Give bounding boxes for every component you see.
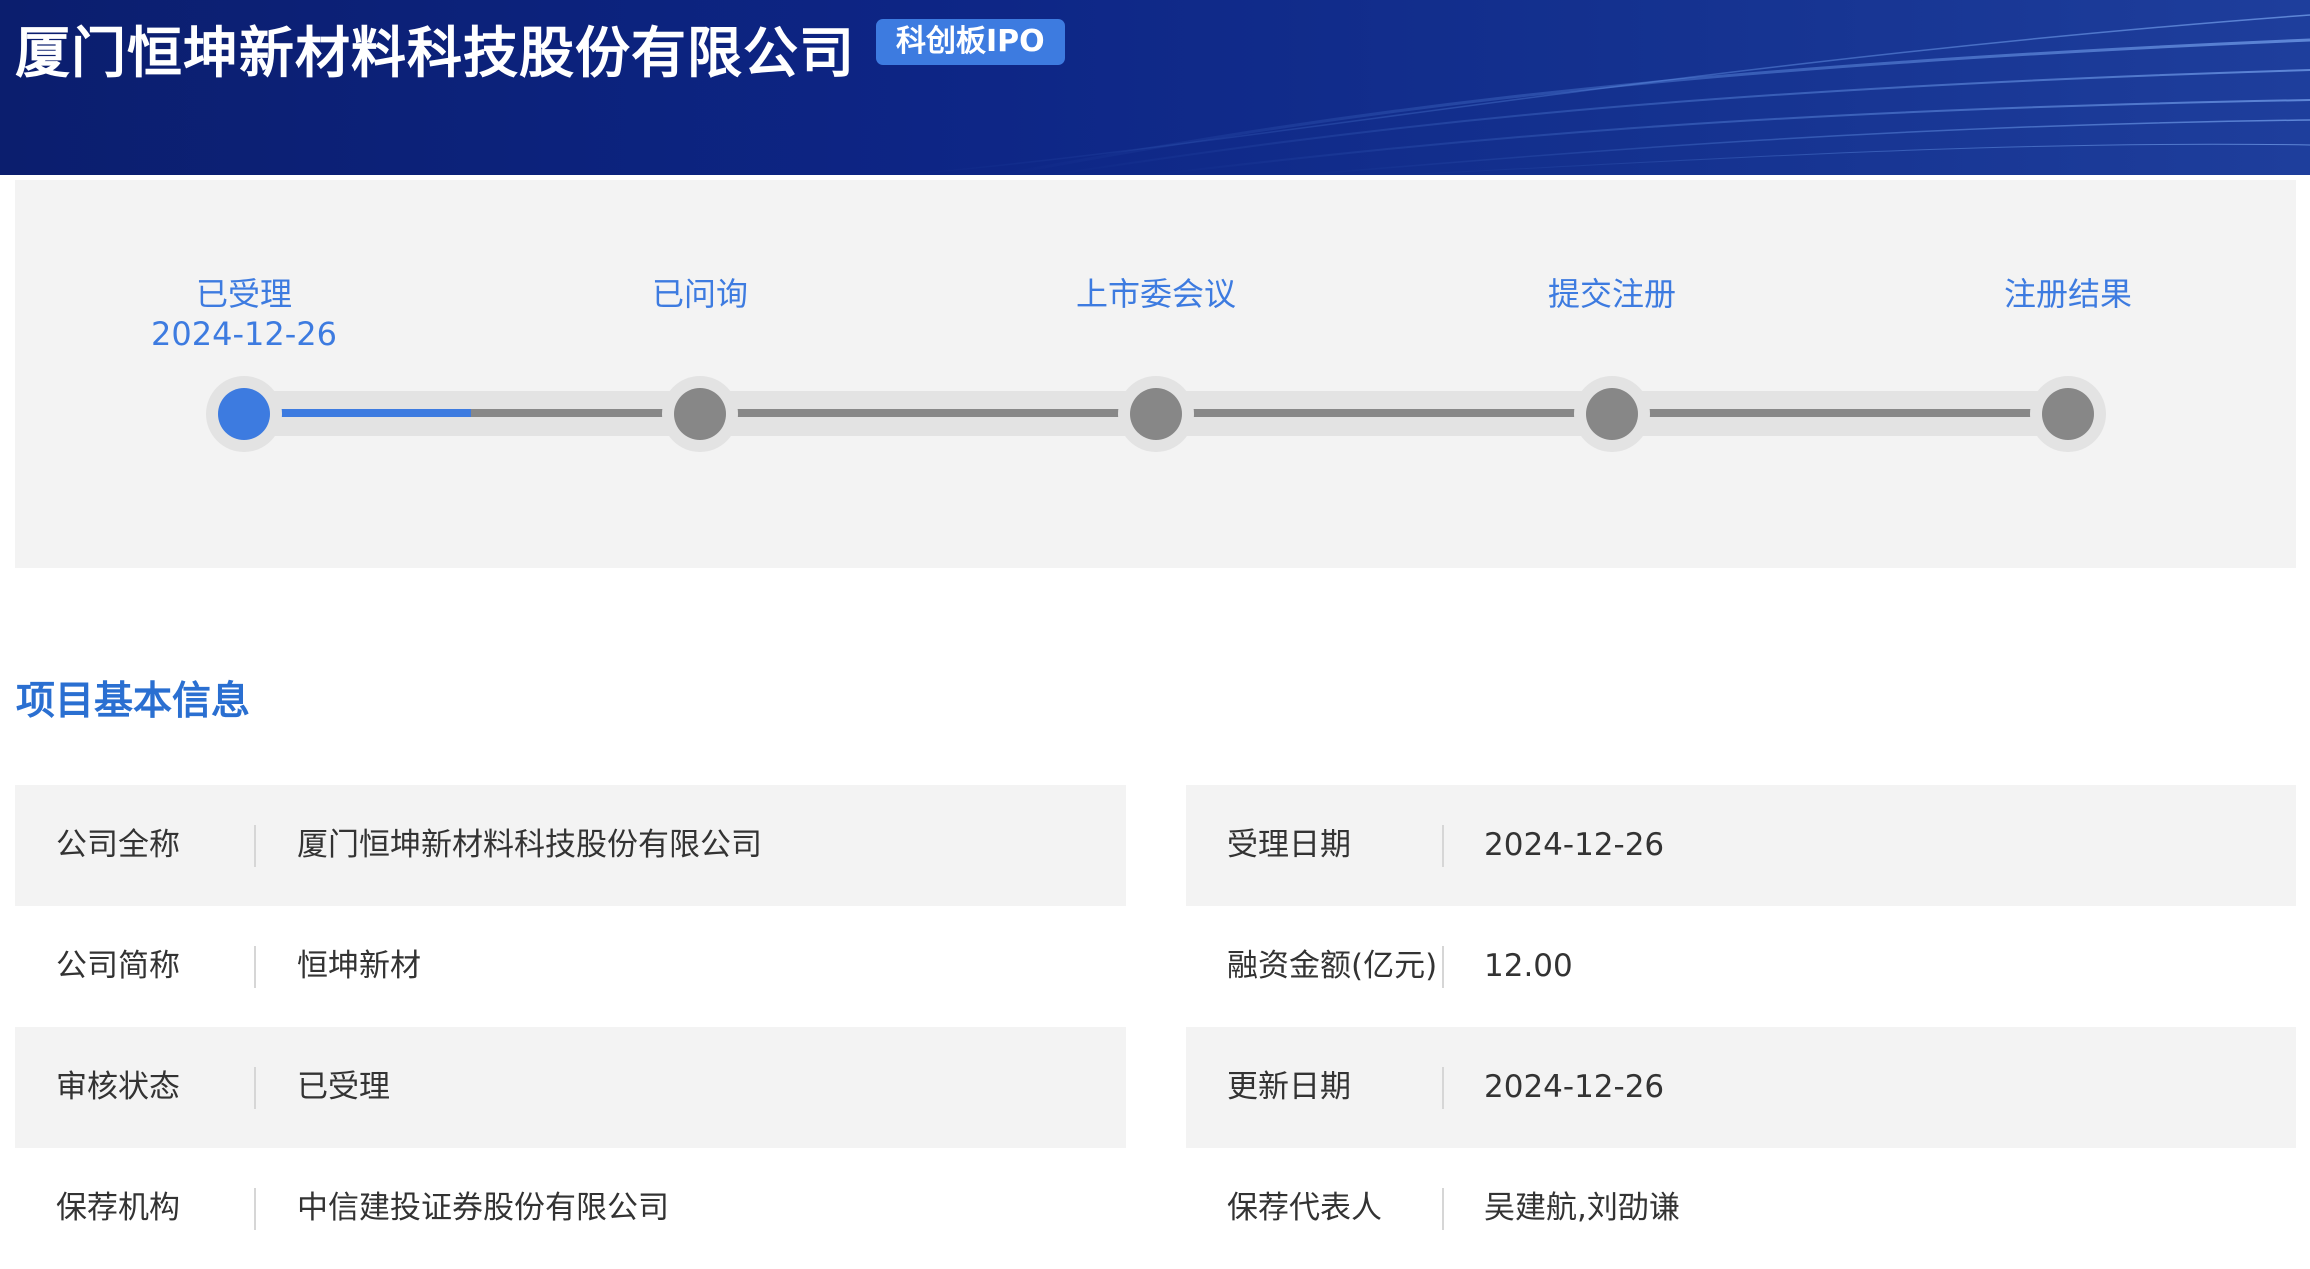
info-label: 受理日期 [1227, 827, 1351, 863]
info-label: 保荐代表人 [1227, 1190, 1382, 1226]
info-row-full-name: 公司全称 厦门恒坤新材料科技股份有限公司 [15, 785, 1126, 906]
info-value: 12.00 [1484, 948, 1573, 984]
info-label: 更新日期 [1227, 1069, 1351, 1105]
info-divider [1442, 1188, 1444, 1230]
info-label: 公司全称 [56, 827, 180, 863]
info-divider [1442, 1067, 1444, 1109]
info-value: 厦门恒坤新材料科技股份有限公司 [297, 827, 762, 863]
info-row-sponsor-representative: 保荐代表人 吴建航,刘劭谦 [1186, 1148, 2296, 1269]
step-label-inquired: 已问询 [651, 275, 748, 313]
company-title: 厦门恒坤新材料科技股份有限公司 [15, 21, 856, 85]
info-row-accept-date: 受理日期 2024-12-26 [1186, 785, 2296, 906]
info-value: 已受理 [297, 1069, 390, 1105]
step-date-accepted: 2024-12-26 [151, 315, 337, 353]
info-row-sponsor: 保荐机构 中信建投证券股份有限公司 [15, 1148, 1126, 1269]
step-label-registration-result: 注册结果 [2003, 275, 2132, 313]
info-value: 恒坤新材 [297, 948, 421, 984]
section-title: 项目基本信息 [16, 679, 251, 724]
info-value: 吴建航,刘劭谦 [1484, 1190, 1680, 1226]
info-divider [254, 946, 256, 988]
step-node-inquired [674, 388, 726, 440]
step-node-registration-result [2042, 388, 2094, 440]
info-divider [1442, 825, 1444, 867]
step-label-submit-registration: 提交注册 [1547, 275, 1676, 313]
header-banner: 厦门恒坤新材料科技股份有限公司 科创板IPO [0, 0, 2310, 175]
info-divider [254, 1188, 256, 1230]
info-value: 中信建投证券股份有限公司 [297, 1190, 669, 1226]
step-node-listing-committee [1130, 388, 1182, 440]
info-row-financing-amount: 融资金额(亿元) 12.00 [1186, 906, 2296, 1027]
info-row-update-date: 更新日期 2024-12-26 [1186, 1027, 2296, 1148]
info-row-review-status: 审核状态 已受理 [15, 1027, 1126, 1148]
info-divider [254, 825, 256, 867]
info-divider [254, 1067, 256, 1109]
step-node-accepted [218, 388, 270, 440]
info-label: 保荐机构 [56, 1190, 180, 1226]
info-row-short-name: 公司简称 恒坤新材 [15, 906, 1126, 1027]
step-label-accepted: 已受理 [195, 275, 292, 313]
info-label: 公司简称 [56, 948, 180, 984]
info-value: 2024-12-26 [1484, 827, 1665, 863]
info-divider [1442, 946, 1444, 988]
step-label-listing-committee: 上市委会议 [1075, 275, 1236, 313]
info-label: 融资金额(亿元) [1227, 948, 1438, 984]
info-label: 审核状态 [56, 1069, 180, 1105]
step-node-submit-registration [1586, 388, 1638, 440]
info-value: 2024-12-26 [1484, 1069, 1665, 1105]
review-progress-panel: 已受理 2024-12-26 已问询 上市委会议 提交注册 注册结果 [15, 180, 2296, 568]
board-badge: 科创板IPO [876, 19, 1065, 65]
